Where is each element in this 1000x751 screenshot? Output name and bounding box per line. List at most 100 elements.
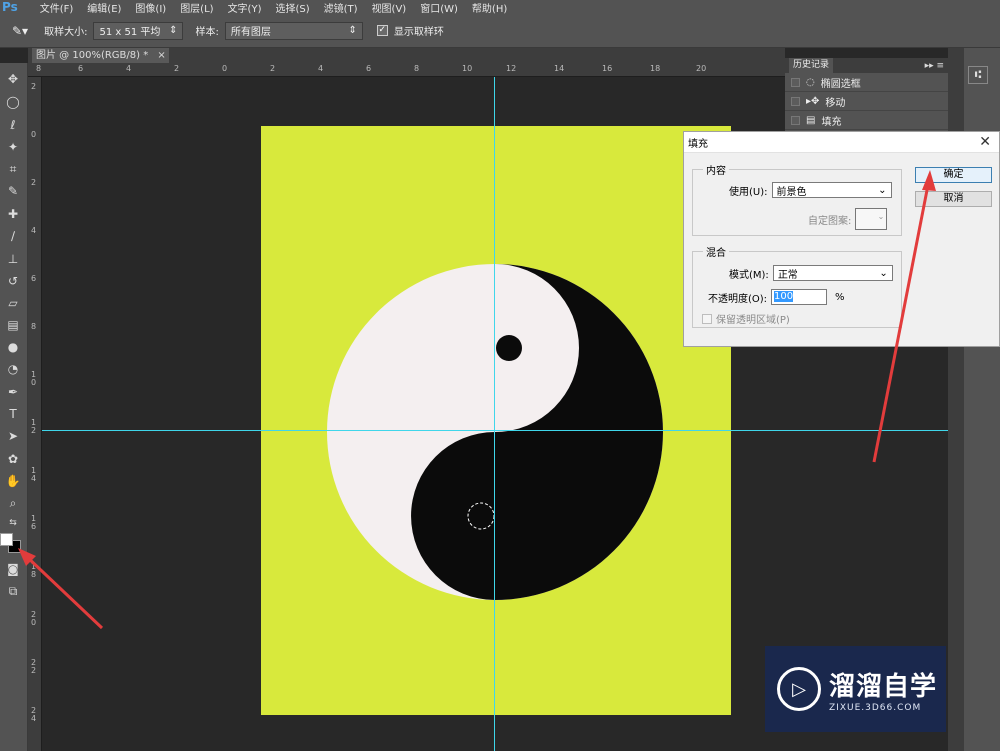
blur-tool-icon[interactable]: ●	[3, 339, 23, 355]
vertical-guide[interactable]	[494, 77, 495, 751]
zoom-tool-icon[interactable]: ⌕	[3, 495, 23, 511]
yin-yang-black-dot	[496, 335, 522, 361]
history-item-label: 椭圆选框	[820, 78, 861, 90]
sample-select[interactable]: 所有图层 ⇕	[224, 21, 363, 40]
mode-row: 模式(M): 正常 ⌄	[729, 265, 893, 281]
screen-mode-icon[interactable]: ⧉	[3, 583, 23, 599]
preserve-transparency-checkbox[interactable]	[702, 313, 712, 324]
menu-layer[interactable]: 图层(L)	[180, 0, 213, 15]
ruler-tick-label: 6	[366, 64, 372, 73]
ruler-tick-label: 2	[174, 64, 180, 73]
ruler-tick-label: 10	[462, 64, 473, 73]
history-item-label: 移动	[825, 97, 846, 109]
menu-select[interactable]: 选择(S)	[275, 0, 309, 15]
foreground-color-swatch[interactable]	[0, 533, 13, 546]
ruler-tick-label: 12	[506, 64, 517, 73]
ruler-tick-label: 8	[36, 64, 42, 73]
preserve-transparency-label: 保留透明区域(P)	[716, 315, 790, 326]
history-item-label: 填充	[821, 116, 842, 128]
eyedropper-tool-icon[interactable]: ✎▾	[12, 24, 28, 38]
cancel-button[interactable]: 取消	[915, 191, 992, 207]
horizontal-guide[interactable]	[42, 430, 948, 431]
menu-edit[interactable]: 编辑(E)	[87, 0, 121, 15]
move-tool-icon[interactable]: ✥	[3, 71, 23, 87]
panel-menu-icon[interactable]: ▸▸ ≡	[925, 61, 944, 71]
horizontal-ruler: 8 6 4 2 0 2 4 6 8 10 12 14 16 18 20	[28, 63, 785, 77]
history-brush-tool-icon[interactable]: ↺	[3, 273, 23, 289]
show-sampling-ring-checkbox[interactable]: ✓	[376, 25, 388, 36]
ok-button[interactable]: 确定	[915, 167, 992, 183]
healing-brush-tool-icon[interactable]: ✚	[3, 206, 23, 222]
close-tab-icon[interactable]: ×	[157, 50, 165, 61]
lasso-tool-icon[interactable]: ℓ	[3, 117, 23, 133]
opacity-input[interactable]: 100	[771, 289, 828, 305]
history-snapshot-checkbox[interactable]	[791, 77, 800, 87]
path-selection-tool-icon[interactable]: ➤	[3, 428, 23, 444]
opacity-value: 100	[774, 291, 794, 302]
gradient-tool-icon[interactable]: ▤	[3, 317, 23, 333]
history-item[interactable]: ◌ 椭圆选框	[785, 73, 948, 92]
history-item[interactable]: ▸✥ 移动	[785, 92, 948, 111]
menu-window[interactable]: 窗口(W)	[420, 0, 458, 15]
menu-file[interactable]: 文件(F)	[40, 0, 74, 15]
ruler-tick-label: 2 4	[31, 706, 37, 723]
sample-size-label: 取样大小:	[44, 27, 88, 38]
document-tab[interactable]: 图片 @ 100%(RGB/8) * ×	[32, 48, 169, 63]
dodge-tool-icon[interactable]: ◔	[3, 361, 23, 377]
mode-select[interactable]: 正常 ⌄	[772, 265, 893, 281]
pen-tool-icon[interactable]: ✒	[3, 384, 23, 400]
document-canvas[interactable]	[261, 126, 731, 715]
menu-view[interactable]: 视图(V)	[372, 0, 407, 15]
ruler-tick-label: 1 4	[31, 466, 37, 483]
brush-tool-icon[interactable]: ∕	[3, 228, 23, 244]
menu-type[interactable]: 文字(Y)	[228, 0, 262, 15]
sample-label: 样本:	[195, 27, 219, 38]
history-snapshot-checkbox[interactable]	[791, 115, 800, 125]
custom-pattern-picker[interactable]: ⌄	[855, 208, 888, 230]
blending-group-label: 混合	[706, 248, 726, 259]
history-snapshot-checkbox[interactable]	[791, 96, 800, 106]
fill-dialog: 填充 ✕ 内容 使用(U): 前景色 ⌄ 自定图案: ⌄ 混合 模式(M): 正…	[683, 131, 1000, 347]
chevron-down-icon: ⌄	[877, 212, 885, 221]
shape-tool-icon[interactable]: ✿	[3, 451, 23, 467]
eyedropper-tool-icon[interactable]: ✎	[3, 183, 23, 199]
swap-colors-icon[interactable]: ⇆	[3, 515, 23, 531]
close-icon[interactable]: ✕	[979, 134, 991, 150]
ruler-tick-label: 2 0	[31, 610, 37, 627]
clone-stamp-tool-icon[interactable]: ⊥	[3, 251, 23, 267]
menu-help[interactable]: 帮助(H)	[472, 0, 507, 15]
use-row: 使用(U): 前景色 ⌄	[729, 182, 892, 198]
sample-size-select[interactable]: 51 x 51 平均 ⇕	[93, 21, 184, 40]
marquee-tool-icon[interactable]: ◯	[3, 94, 23, 110]
crop-tool-icon[interactable]: ⌗	[3, 161, 23, 177]
history-panel: 历史记录 ▸▸ ≡ ◌ 椭圆选框 ▸✥ 移动 ▤ 填充	[785, 58, 948, 132]
sample-size-value: 51 x 51 平均	[99, 27, 161, 38]
type-tool-icon[interactable]: T	[3, 406, 23, 422]
menu-image[interactable]: 图像(I)	[135, 0, 166, 15]
history-item[interactable]: ▤ 填充	[785, 111, 948, 130]
quick-mask-icon[interactable]: ◙	[3, 561, 23, 577]
mode-value: 正常	[777, 269, 798, 281]
fill-dialog-titlebar: 填充 ✕	[684, 132, 999, 153]
watermark-url: ZIXUE.3D66.COM	[829, 702, 922, 713]
content-group-label: 内容	[706, 166, 726, 177]
hand-tool-icon[interactable]: ✋	[3, 473, 23, 489]
eraser-tool-icon[interactable]: ▱	[3, 295, 23, 311]
select-arrows-icon: ⇕	[348, 25, 357, 36]
menu-filter[interactable]: 滤镜(T)	[324, 0, 358, 15]
chevron-down-icon: ⌄	[878, 184, 887, 196]
tools-panel: ✥ ◯ ℓ ✦ ⌗ ✎ ✚ ∕ ⊥ ↺ ▱ ▤ ● ◔ ✒ T ➤ ✿ ✋ ⌕ …	[0, 63, 28, 751]
use-select[interactable]: 前景色 ⌄	[771, 182, 892, 198]
magic-wand-tool-icon[interactable]: ✦	[3, 139, 23, 155]
menu-bar: Ps 文件(F) 编辑(E) 图像(I) 图层(L) 文字(Y) 选择(S) 滤…	[0, 0, 1000, 14]
history-panel-title[interactable]: 历史记录	[789, 58, 834, 73]
ruler-tick-label: 6	[31, 274, 37, 283]
opacity-unit: %	[835, 291, 845, 303]
custom-pattern-label: 自定图案:	[808, 215, 852, 227]
ruler-tick-label: 6	[78, 64, 84, 73]
yin-yang-artwork	[327, 264, 663, 600]
ruler-tick-label: 2	[31, 82, 37, 91]
sample-value: 所有图层	[230, 27, 271, 38]
vertical-ruler: 2 0 2 4 6 8 1 0 1 2 1 4 1 6 1 8 2 0 2 2 2 4	[28, 77, 42, 751]
history-panel-icon[interactable]: ⑆	[968, 66, 988, 84]
